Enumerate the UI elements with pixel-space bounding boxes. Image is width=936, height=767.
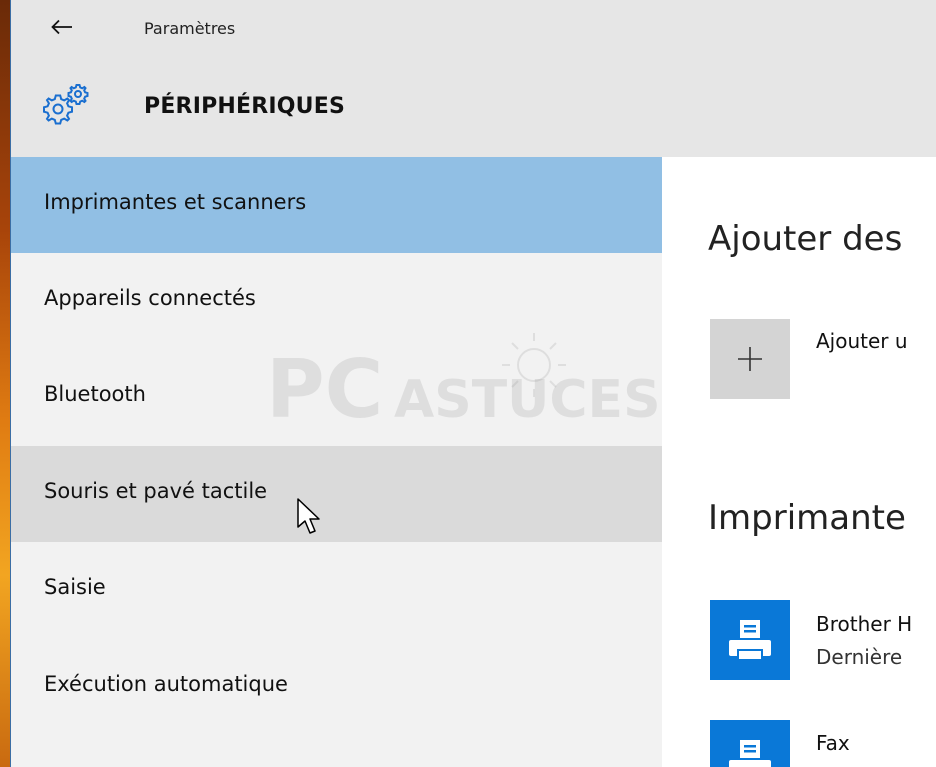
printer-icon bbox=[729, 740, 771, 767]
back-button[interactable] bbox=[42, 10, 82, 44]
sidebar-item-typing[interactable]: Saisie bbox=[10, 542, 662, 638]
settings-sidebar: Imprimantes et scanners Appareils connec… bbox=[10, 157, 662, 767]
printer-status: Dernière bbox=[816, 645, 903, 669]
printer-tile-fax[interactable] bbox=[710, 720, 790, 767]
window-header: Paramètres PÉRIPHÉRIQUES bbox=[10, 0, 936, 157]
add-device-button[interactable] bbox=[710, 319, 790, 399]
add-device-label[interactable]: Ajouter u bbox=[816, 329, 908, 353]
add-devices-heading: Ajouter des bbox=[708, 219, 903, 259]
window-border bbox=[10, 0, 11, 767]
sidebar-item-label: Saisie bbox=[44, 575, 106, 599]
content-pane: Ajouter des Ajouter u Imprimante Brother… bbox=[662, 157, 936, 767]
sidebar-item-printers-scanners[interactable]: Imprimantes et scanners bbox=[10, 157, 662, 253]
sidebar-item-label: Bluetooth bbox=[44, 382, 146, 406]
sidebar-item-connected-devices[interactable]: Appareils connectés bbox=[10, 253, 662, 349]
sidebar-item-autoplay[interactable]: Exécution automatique bbox=[10, 639, 662, 735]
section-title: PÉRIPHÉRIQUES bbox=[144, 94, 346, 119]
desktop-background-edge bbox=[0, 0, 10, 767]
settings-window: Paramètres PÉRIPHÉRIQUES Imprimantes et … bbox=[10, 0, 936, 767]
printer-name: Fax bbox=[816, 731, 850, 755]
gear-icon bbox=[40, 83, 90, 127]
printer-tile-brother[interactable] bbox=[710, 600, 790, 680]
sidebar-item-label: Imprimantes et scanners bbox=[44, 190, 307, 214]
printer-name: Brother H bbox=[816, 612, 913, 636]
printer-icon bbox=[729, 620, 771, 661]
app-title: Paramètres bbox=[144, 19, 236, 38]
sidebar-item-label: Appareils connectés bbox=[44, 286, 256, 310]
back-arrow-icon bbox=[51, 19, 72, 35]
printers-heading: Imprimante bbox=[708, 498, 906, 538]
sidebar-item-mouse-touchpad[interactable]: Souris et pavé tactile bbox=[10, 446, 662, 542]
sidebar-item-bluetooth[interactable]: Bluetooth bbox=[10, 349, 662, 445]
sidebar-item-label: Souris et pavé tactile bbox=[44, 479, 268, 503]
plus-icon bbox=[738, 347, 762, 371]
sidebar-item-label: Exécution automatique bbox=[44, 672, 288, 696]
